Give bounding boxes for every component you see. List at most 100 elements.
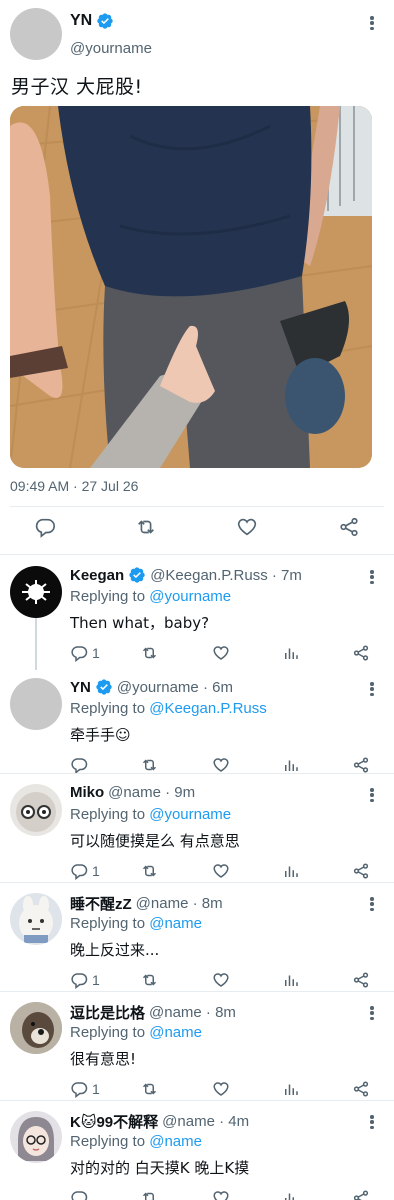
avatar[interactable] [10, 1111, 62, 1163]
retweet-button[interactable] [140, 644, 159, 662]
reply-text: Then what，baby? [70, 614, 210, 632]
share-button[interactable] [352, 1080, 370, 1098]
reply-author-handle[interactable]: @Keegan.P.Russ · 7m [150, 567, 302, 584]
reply-author-name[interactable]: YN [70, 679, 91, 696]
retweet-button[interactable] [140, 1189, 159, 1200]
reply-count: 1 [92, 645, 100, 661]
like-button[interactable] [212, 862, 230, 880]
replying-to-link[interactable]: @name [149, 1133, 202, 1150]
reply-icon[interactable] [34, 516, 56, 538]
replying-to-link[interactable]: @yourname [149, 806, 231, 823]
retweet-button[interactable] [140, 971, 159, 989]
views-button[interactable] [282, 1080, 300, 1098]
reply-tweet[interactable]: 逗比是比格 @name · 8m Replying to @name 很有意思!… [0, 992, 394, 1100]
more-icon[interactable] [364, 1113, 380, 1131]
avatar[interactable] [10, 678, 62, 730]
views-button[interactable] [282, 1189, 300, 1200]
divider [0, 554, 394, 555]
reply-button[interactable] [70, 756, 92, 774]
reply-author-handle[interactable]: @name · 8m [136, 895, 223, 912]
like-icon [213, 864, 229, 878]
verified-badge-icon [129, 567, 145, 583]
more-icon[interactable] [364, 895, 380, 913]
replying-to-link[interactable]: @yourname [149, 588, 231, 605]
share-button[interactable] [352, 644, 370, 662]
like-icon[interactable] [236, 516, 258, 538]
more-icon[interactable] [364, 786, 380, 804]
reply-author-name[interactable]: K🐱99不解释 [70, 1111, 158, 1132]
replying-to-link[interactable]: @name [149, 915, 202, 932]
share-icon [353, 863, 369, 879]
reply-header: K🐱99不解释 @name · 4m [70, 1111, 249, 1132]
views-button[interactable] [282, 756, 300, 774]
reply-text: 晚上反过来... [70, 941, 160, 959]
reply-author-name[interactable]: Miko [70, 784, 104, 801]
reply-author-handle[interactable]: @name · 8m [149, 1004, 236, 1021]
like-button[interactable] [212, 1189, 230, 1200]
reply-button[interactable]: 1 [70, 971, 100, 989]
reply-author-name[interactable]: 逗比是比格 [70, 1002, 145, 1023]
reply-text: 很有意思! [70, 1050, 137, 1068]
tweet-timestamp[interactable]: 09:49 AM · 27 Jul 26 [10, 478, 138, 494]
reply-tweet[interactable]: YN @yourname · 6m Replying to @Keegan.P.… [0, 668, 394, 774]
replying-to-label: Replying to [70, 1133, 146, 1150]
like-button[interactable] [212, 1080, 230, 1098]
views-icon [285, 648, 298, 659]
more-icon[interactable] [364, 1004, 380, 1022]
like-button[interactable] [212, 756, 230, 774]
avatar[interactable] [10, 1002, 62, 1054]
reply-author-handle[interactable]: @yourname · 6m [117, 679, 233, 696]
reply-tweet[interactable]: 睡不醒zZ @name · 8m Replying to @name 晚上反过来… [0, 883, 394, 991]
replying-to: Replying to @yourname [70, 588, 231, 605]
views-icon [285, 866, 298, 877]
share-button[interactable] [352, 971, 370, 989]
reply-author-handle[interactable]: @name · 9m [108, 784, 195, 801]
retweet-button[interactable] [140, 862, 159, 880]
verified-badge-icon [96, 679, 112, 695]
reply-author-handle[interactable]: @name · 4m [162, 1113, 249, 1130]
more-icon[interactable] [364, 680, 380, 698]
replying-to-link[interactable]: @Keegan.P.Russ [149, 700, 267, 717]
reply-actions: 1 [70, 969, 380, 993]
share-button[interactable] [352, 756, 370, 774]
retweet-icon[interactable] [134, 516, 158, 538]
replying-to: Replying to @Keegan.P.Russ [70, 700, 267, 717]
views-button[interactable] [282, 971, 300, 989]
retweet-button[interactable] [140, 756, 159, 774]
reply-tweet[interactable]: Keegan @Keegan.P.Russ · 7m Replying to @… [0, 556, 394, 668]
share-icon[interactable] [338, 516, 360, 538]
reply-header: 逗比是比格 @name · 8m [70, 1002, 236, 1023]
replying-to-link[interactable]: @name [149, 1024, 202, 1041]
tweet-photo[interactable] [10, 106, 372, 468]
replying-to-label: Replying to [70, 700, 146, 717]
retweet-button[interactable] [140, 1080, 159, 1098]
reply-button[interactable]: 1 [70, 644, 100, 662]
avatar[interactable] [10, 8, 62, 60]
reply-icon [71, 758, 88, 774]
reply-count: 1 [92, 972, 100, 988]
reply-button[interactable] [70, 1189, 92, 1200]
reply-author-name[interactable]: 睡不醒zZ [70, 893, 132, 914]
reply-author-name[interactable]: Keegan [70, 567, 124, 584]
more-icon[interactable] [364, 14, 380, 32]
reply-button[interactable]: 1 [70, 862, 100, 880]
like-button[interactable] [212, 644, 230, 662]
share-button[interactable] [352, 1189, 370, 1200]
share-button[interactable] [352, 862, 370, 880]
reply-tweet[interactable]: K🐱99不解释 @name · 4m Replying to @name 对的对… [0, 1101, 394, 1200]
reply-button[interactable]: 1 [70, 1080, 100, 1098]
author-handle[interactable]: @yourname [70, 40, 152, 57]
reply-tweet[interactable]: Miko @name · 9m Replying to @yourname 可以… [0, 774, 394, 882]
avatar[interactable] [10, 893, 62, 945]
avatar[interactable] [10, 784, 62, 836]
reply-header: Miko @name · 9m [70, 784, 195, 801]
reply-count: 1 [92, 1081, 100, 1097]
avatar[interactable] [10, 566, 62, 618]
more-icon[interactable] [364, 568, 380, 586]
divider [10, 506, 384, 507]
author-name[interactable]: YN [70, 12, 114, 30]
retweet-icon [142, 1192, 156, 1200]
like-button[interactable] [212, 971, 230, 989]
views-button[interactable] [282, 644, 300, 662]
views-button[interactable] [282, 862, 300, 880]
